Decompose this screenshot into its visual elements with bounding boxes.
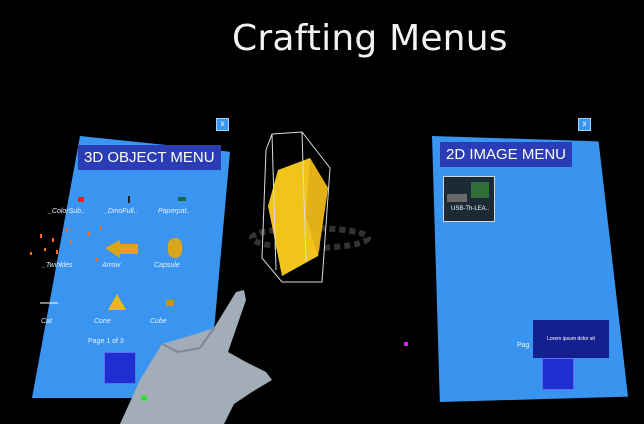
hand-indicator xyxy=(141,395,147,401)
vr-hand xyxy=(120,290,272,424)
